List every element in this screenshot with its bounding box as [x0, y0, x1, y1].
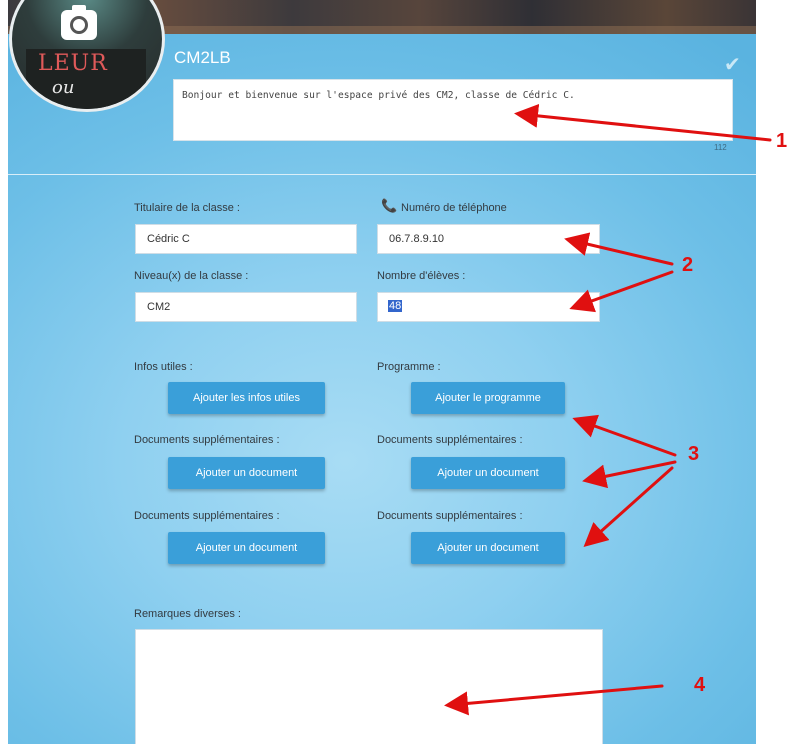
students-value: 48 [388, 300, 403, 312]
docs-label-2: Documents supplémentaires : [377, 434, 523, 446]
add-document-button-2[interactable]: Ajouter un document [411, 457, 565, 489]
add-document-button-4[interactable]: Ajouter un document [411, 532, 565, 564]
check-icon[interactable]: ✔ [724, 52, 741, 76]
annotation-number-2: 2 [682, 254, 694, 276]
camera-icon-top [72, 5, 86, 11]
annotation-number-1: 1 [776, 130, 788, 152]
level-field[interactable]: CM2 [135, 292, 357, 322]
add-infos-button[interactable]: Ajouter les infos utiles [168, 382, 325, 414]
docs-label-1: Documents supplémentaires : [134, 434, 280, 446]
avatar-text-line1: LEUR [38, 51, 108, 76]
remarks-label: Remarques diverses : [134, 608, 241, 620]
avatar-text-line2: ou [52, 77, 75, 98]
program-label: Programme : [377, 361, 441, 373]
teacher-value: Cédric C [147, 233, 190, 245]
camera-icon[interactable] [61, 5, 97, 40]
add-program-button[interactable]: Ajouter le programme [411, 382, 565, 414]
add-document-button-1[interactable]: Ajouter un document [168, 457, 325, 489]
phone-icon: 📞 [381, 199, 398, 214]
level-label: Niveau(x) de la classe : [134, 270, 249, 282]
docs-label-4: Documents supplémentaires : [377, 510, 523, 522]
divider [8, 174, 756, 175]
annotation-number-3: 3 [688, 443, 700, 465]
phone-field[interactable]: 06.7.8.9.10 [377, 224, 600, 254]
class-space-panel: LEUR ou CM2LB ✔ Bonjour et bienvenue sur… [8, 0, 756, 744]
students-label: Nombre d'élèves : [377, 270, 466, 282]
infos-label: Infos utiles : [134, 361, 193, 373]
camera-icon-lens [70, 16, 88, 34]
level-value: CM2 [147, 301, 171, 313]
welcome-message-text: Bonjour et bienvenue sur l'espace privé … [182, 90, 575, 101]
teacher-field[interactable]: Cédric C [135, 224, 357, 254]
remarks-textarea[interactable] [135, 629, 603, 744]
phone-label: Numéro de téléphone [401, 202, 507, 214]
class-code-title: CM2LB [174, 48, 231, 67]
char-counter: 112 [714, 143, 727, 152]
page-margin [756, 0, 791, 744]
welcome-message-textarea[interactable]: Bonjour et bienvenue sur l'espace privé … [173, 79, 733, 141]
teacher-label: Titulaire de la classe : [134, 202, 240, 214]
add-document-button-3[interactable]: Ajouter un document [168, 532, 325, 564]
annotation-number-4: 4 [694, 674, 706, 696]
phone-value: 06.7.8.9.10 [389, 233, 445, 245]
students-field[interactable]: 48 [377, 292, 600, 322]
docs-label-3: Documents supplémentaires : [134, 510, 280, 522]
